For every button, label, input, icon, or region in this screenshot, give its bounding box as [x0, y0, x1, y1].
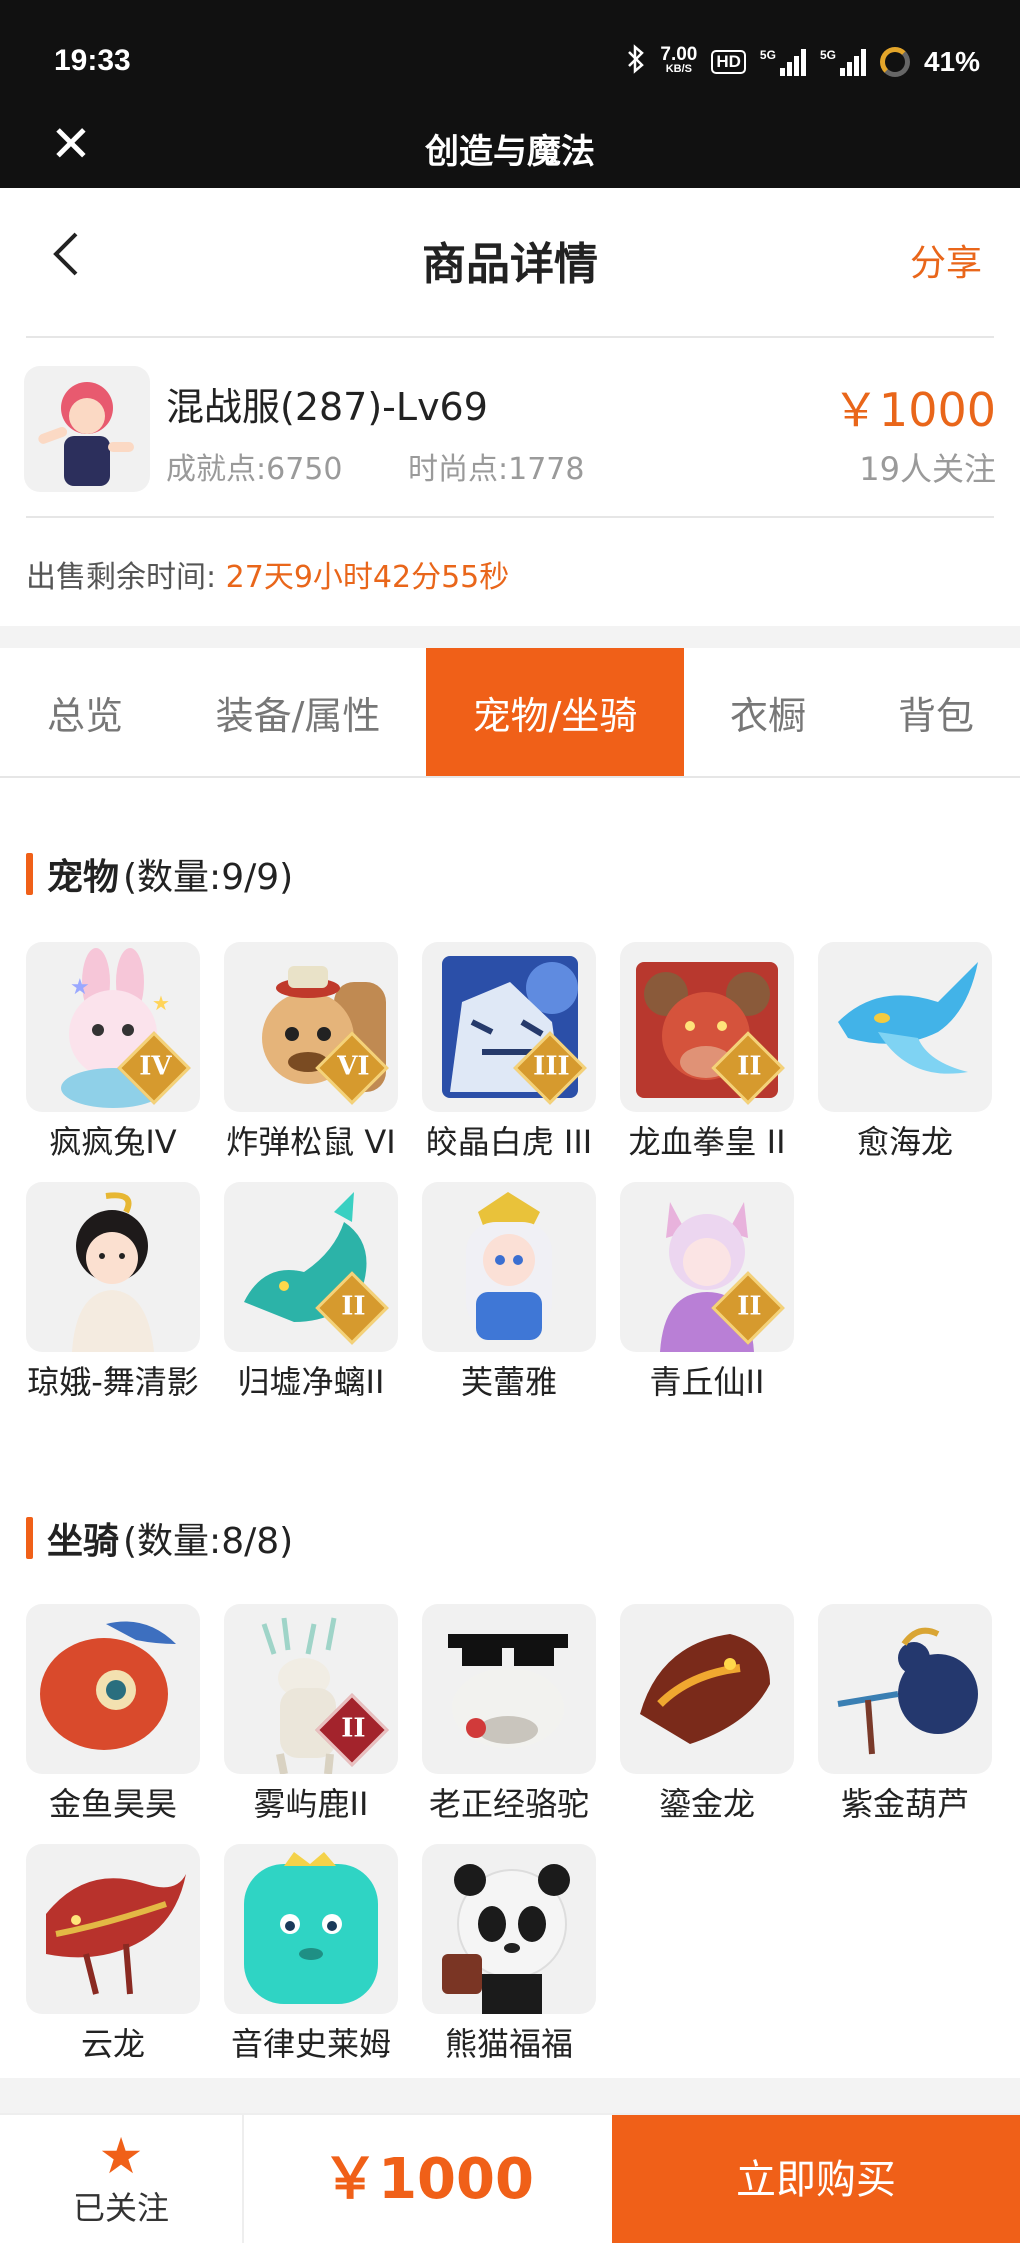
pet-image: II [620, 1182, 794, 1352]
pet-name: 琼娥-舞清影 [27, 1363, 199, 1401]
status-time: 19:33 [54, 44, 131, 77]
mount-image [818, 1604, 992, 1774]
tab-wardrobe[interactable]: 衣橱 [684, 648, 852, 776]
pet-item[interactable]: 愈海龙 [818, 942, 992, 1164]
mount-item[interactable]: 鎏金龙 [620, 1604, 794, 1826]
mount-item[interactable]: 老正经骆驼 [422, 1604, 596, 1826]
bottom-action-bar: ★ 已关注 ￥1000 立即购买 [0, 2113, 1020, 2243]
mount-name: 紫金葫芦 [840, 1785, 969, 1823]
product-stats: 成就点:6750 时尚点:1778 [166, 444, 640, 488]
pet-item[interactable]: III 皎晶白虎 III [422, 942, 596, 1164]
mount-image [26, 1844, 200, 2014]
pet-image [26, 1182, 200, 1352]
mounts-section-title: 坐骑 (数量:8/8) [26, 1512, 293, 1564]
divider [26, 516, 994, 518]
mount-image [620, 1604, 794, 1774]
remaining-value: 27天9小时42分55秒 [225, 560, 510, 595]
pet-name: 愈海龙 [856, 1123, 953, 1161]
achievement-points: 成就点:6750 [166, 452, 343, 487]
mount-item[interactable]: 金鱼昊昊 [26, 1604, 200, 1826]
pet-item[interactable]: ★ ★ IV 疯疯兔IV [26, 942, 200, 1164]
pet-item[interactable]: II 龙血拳皇 II [620, 942, 794, 1164]
product-name: 混战服(287)-Lv69 [166, 385, 488, 429]
follow-button[interactable]: ★ 已关注 [0, 2115, 244, 2243]
mount-name: 金鱼昊昊 [48, 1785, 177, 1823]
sale-remaining-time: 出售剩余时间: 27天9小时42分55秒 [26, 552, 509, 596]
pet-name: 青丘仙II [649, 1363, 765, 1401]
tab-equipment[interactable]: 装备/属性 [170, 648, 426, 776]
mount-image: II [224, 1604, 398, 1774]
section-marker [26, 853, 33, 895]
pet-image [422, 1182, 596, 1352]
pet-image: II [224, 1182, 398, 1352]
pet-image: VI [224, 942, 398, 1112]
pet-name: 龙血拳皇 II [628, 1123, 786, 1161]
follow-label: 已关注 [72, 2189, 169, 2227]
mount-name: 熊猫福福 [444, 2025, 573, 2063]
fashion-points: 时尚点:1778 [408, 452, 585, 487]
character-avatar [24, 366, 150, 492]
page-title: 商品详情 [422, 239, 598, 290]
follower-count: 19人关注 [859, 450, 996, 488]
mount-image [224, 1844, 398, 2014]
network-speed: 7.00 KB/S [660, 44, 698, 75]
pet-item[interactable]: VI 炸弹松鼠 VI [224, 942, 398, 1164]
pet-name: 炸弹松鼠 VI [226, 1123, 396, 1161]
app-bar: ✕ 创造与魔法 [0, 110, 1020, 188]
mount-item[interactable]: 音律史莱姆 [224, 1844, 398, 2066]
product-info: 混战服(287)-Lv69 成就点:6750 时尚点:1778 ￥1000 19… [0, 338, 1020, 626]
mount-image [422, 1604, 596, 1774]
mount-item[interactable]: 紫金葫芦 [818, 1604, 992, 1826]
hd-icon: HD [711, 50, 746, 74]
mount-image [26, 1604, 200, 1774]
pet-image: ★ ★ IV [26, 942, 200, 1112]
app-title: 创造与魔法 [425, 132, 595, 172]
tab-pets-mounts[interactable]: 宠物/坐骑 [426, 648, 684, 776]
signal-icon: 5G [760, 48, 806, 76]
mount-name: 云龙 [80, 2025, 145, 2063]
mount-item[interactable]: II 雾屿鹿II [224, 1604, 398, 1826]
tab-overview[interactable]: 总览 [0, 648, 170, 776]
mount-image [422, 1844, 596, 2014]
remaining-label: 出售剩余时间: [26, 560, 217, 595]
pet-name: 芙蕾雅 [460, 1363, 557, 1401]
tab-backpack[interactable]: 背包 [852, 648, 1020, 776]
pet-name: 疯疯兔IV [49, 1123, 177, 1161]
status-bar: 19:33 7.00 KB/S HD 5G 5G 41% [0, 0, 1020, 110]
mount-name: 老正经骆驼 [428, 1785, 589, 1823]
pet-item[interactable]: II 青丘仙II [620, 1182, 794, 1404]
pets-section-title: 宠物 (数量:9/9) [26, 848, 293, 900]
total-price: ￥1000 [322, 2147, 534, 2212]
pet-image: III [422, 942, 596, 1112]
status-icons: 7.00 KB/S HD 5G 5G 41% [626, 44, 980, 80]
mount-name: 鎏金龙 [658, 1785, 755, 1823]
bluetooth-icon [626, 44, 646, 80]
mount-item[interactable]: 云龙 [26, 1844, 200, 2066]
signal-icon: 5G [820, 48, 866, 76]
buy-now-button[interactable]: 立即购买 [612, 2115, 1020, 2243]
mount-name: 雾屿鹿II [253, 1785, 369, 1823]
svg-text:★: ★ [152, 991, 170, 1015]
share-button[interactable]: 分享 [910, 234, 982, 286]
pet-name: 归墟净螭II [237, 1363, 385, 1401]
section-marker [26, 1517, 33, 1559]
pet-image [818, 942, 992, 1112]
battery-icon [879, 47, 910, 77]
pet-image: II [620, 942, 794, 1112]
tab-bar: 总览 装备/属性 宠物/坐骑 衣橱 背包 [0, 648, 1020, 778]
pets-mounts-panel: 宠物 (数量:9/9) ★ ★ IV 疯疯兔IV VI 炸弹松鼠 VI III 皎晶… [0, 778, 1020, 2078]
star-icon: ★ [98, 2127, 144, 2185]
mount-item[interactable]: 熊猫福福 [422, 1844, 596, 2066]
pet-name: 皎晶白虎 III [425, 1123, 593, 1161]
pet-item[interactable]: 芙蕾雅 [422, 1182, 596, 1404]
battery-level: 41% [923, 46, 980, 77]
pet-item[interactable]: II 归墟净螭II [224, 1182, 398, 1404]
mount-name: 音律史莱姆 [230, 2025, 391, 2063]
page-header: 商品详情 分享 [0, 188, 1020, 338]
svg-text:★: ★ [70, 975, 90, 1000]
pet-item[interactable]: 琼娥-舞清影 [26, 1182, 200, 1404]
product-price: ￥1000 [832, 383, 996, 437]
